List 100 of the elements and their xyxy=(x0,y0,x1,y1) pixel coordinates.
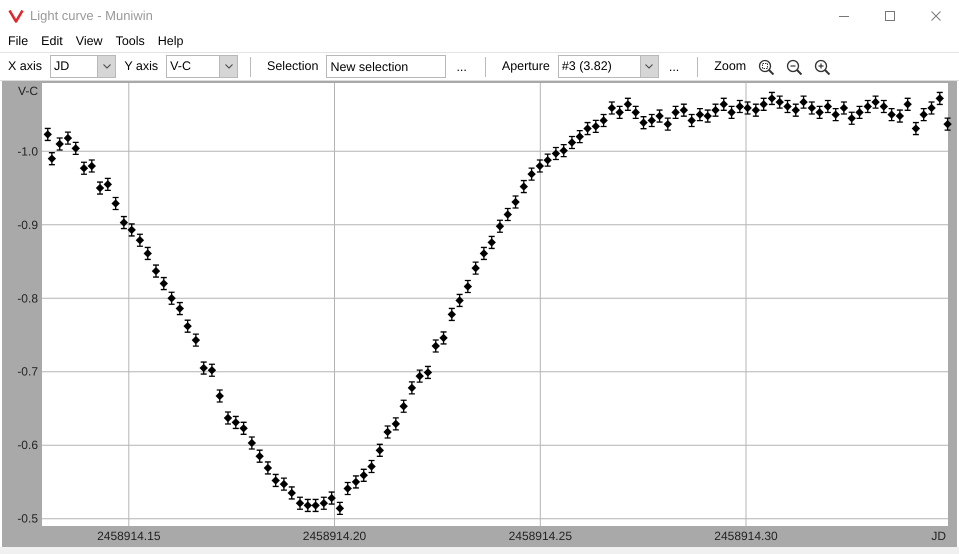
data-point xyxy=(488,236,496,250)
data-point xyxy=(152,264,160,278)
caret-icon xyxy=(645,64,654,69)
tick-label: -0.9 xyxy=(17,218,38,232)
toolbar-label: Selection xyxy=(266,58,320,76)
data-point xyxy=(808,101,816,115)
maximize-icon[interactable] xyxy=(885,10,895,20)
axis-title: JD xyxy=(931,529,946,543)
data-point xyxy=(208,364,216,377)
data-point xyxy=(648,114,656,128)
data-point xyxy=(511,195,520,209)
data-point xyxy=(280,477,288,491)
data-point xyxy=(239,422,248,435)
data-point xyxy=(664,118,672,131)
data-point xyxy=(336,502,344,516)
data-point xyxy=(632,106,640,120)
data-point xyxy=(727,106,736,120)
data-point xyxy=(759,98,768,111)
data-point xyxy=(392,417,400,431)
caret-icon xyxy=(102,64,111,69)
zoom-out-icon[interactable] xyxy=(786,58,802,74)
data-point xyxy=(792,104,800,117)
data-point xyxy=(136,234,144,247)
data-point xyxy=(864,100,872,114)
zoom-in-icon[interactable] xyxy=(814,58,830,74)
data-point xyxy=(192,333,200,347)
data-point xyxy=(272,474,280,488)
data-point xyxy=(80,162,88,175)
dropdown[interactable]: JD xyxy=(50,55,116,78)
data-point xyxy=(912,122,920,136)
data-point xyxy=(144,246,152,260)
data-point xyxy=(64,131,72,145)
data-point xyxy=(504,208,512,222)
menu-item[interactable]: Help xyxy=(154,31,188,52)
more-button[interactable]: ... xyxy=(662,56,686,76)
data-point xyxy=(743,101,752,115)
data-point xyxy=(799,95,808,109)
data-point xyxy=(680,104,688,117)
data-point xyxy=(327,491,336,505)
data-point xyxy=(44,128,52,142)
data-point xyxy=(176,302,184,316)
tick-label: 2458914.30 xyxy=(714,529,778,543)
data-point xyxy=(527,167,536,181)
toolbar-label: Aperture xyxy=(500,58,551,76)
data-point xyxy=(320,496,328,510)
data-point xyxy=(408,381,416,395)
zoom-fit-icon[interactable] xyxy=(758,58,774,74)
data-point xyxy=(48,152,56,166)
data-point xyxy=(880,100,888,114)
menu-item[interactable]: View xyxy=(72,31,107,52)
tick-label: 2458914.15 xyxy=(97,529,160,543)
data-point xyxy=(896,109,904,123)
data-point xyxy=(783,100,792,114)
tick-label: 2458914.25 xyxy=(508,529,572,543)
text-field[interactable]: New selection xyxy=(326,55,446,78)
data-point xyxy=(383,425,392,439)
window-title: Light curve - Muniwin xyxy=(30,6,154,25)
data-point xyxy=(887,108,896,122)
menu-item[interactable]: File xyxy=(4,31,32,52)
data-point xyxy=(736,100,744,114)
data-point xyxy=(687,114,696,128)
data-point xyxy=(183,320,192,333)
tick-label: -0.8 xyxy=(17,291,38,306)
dropdown[interactable]: #3 (3.82) xyxy=(558,55,659,78)
data-point xyxy=(752,104,760,117)
data-point xyxy=(768,92,776,106)
data-point xyxy=(720,98,728,111)
close-icon[interactable] xyxy=(931,10,941,20)
data-point xyxy=(344,482,352,496)
data-point xyxy=(776,95,784,109)
data-point xyxy=(711,104,720,117)
data-point xyxy=(128,223,136,237)
caret-icon xyxy=(224,64,232,69)
data-point xyxy=(943,118,952,131)
data-point xyxy=(480,246,488,260)
tick-label: 2458914.20 xyxy=(302,529,366,543)
more-button[interactable]: ... xyxy=(450,56,473,76)
dropdown-button[interactable] xyxy=(640,56,658,77)
dropdown-button[interactable] xyxy=(97,56,116,77)
menu-item[interactable]: Edit xyxy=(37,31,67,52)
data-point xyxy=(264,461,272,475)
toolbar-label: Zoom xyxy=(713,58,748,76)
data-point xyxy=(903,98,912,111)
tick-label: -0.7 xyxy=(17,364,38,379)
data-point xyxy=(608,101,616,115)
data-point xyxy=(639,116,648,130)
data-point xyxy=(615,106,624,120)
data-point xyxy=(815,106,824,120)
data-point xyxy=(920,108,928,122)
data-point xyxy=(936,92,944,106)
data-point xyxy=(360,468,368,482)
menu-item[interactable]: Tools xyxy=(112,31,149,52)
data-point xyxy=(696,108,704,122)
data-point xyxy=(88,159,96,173)
dropdown-button[interactable] xyxy=(219,56,237,77)
data-point xyxy=(232,416,240,430)
data-point xyxy=(927,101,936,115)
dropdown[interactable]: V-C xyxy=(166,55,238,78)
tick-label: -0.6 xyxy=(17,438,38,452)
data-point xyxy=(704,109,712,123)
